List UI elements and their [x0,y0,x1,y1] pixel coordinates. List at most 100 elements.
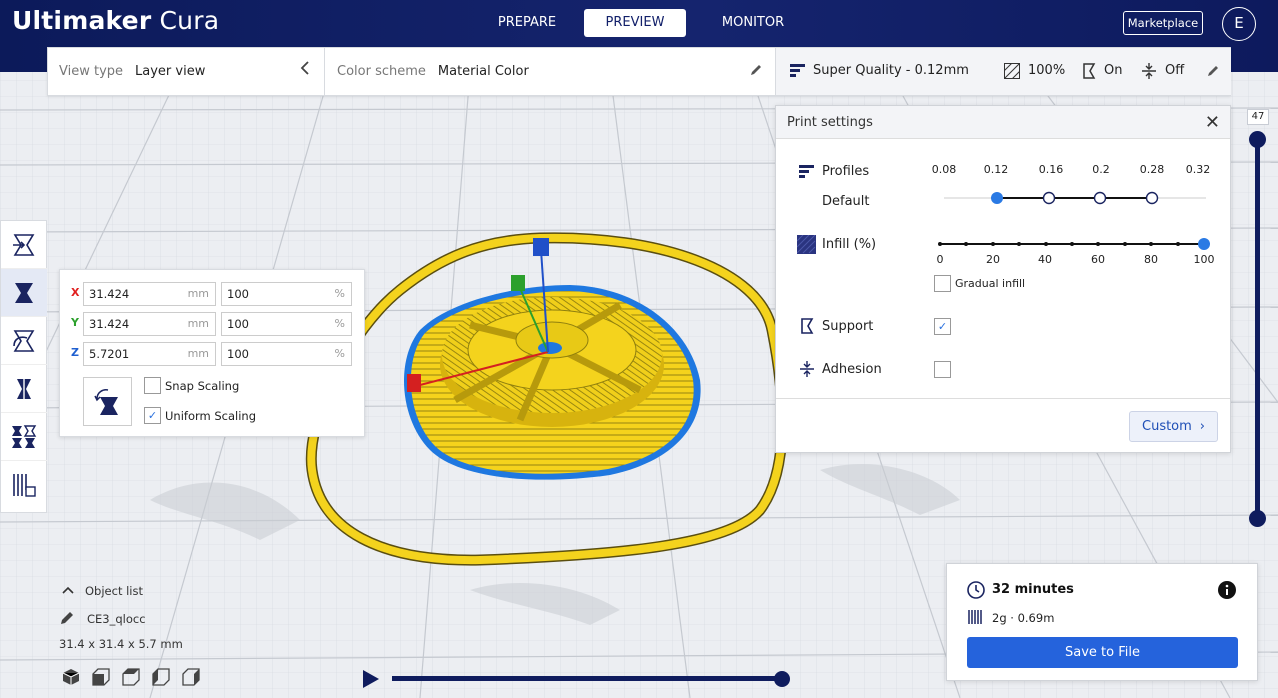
play-icon[interactable] [363,670,379,688]
tab-prepare[interactable]: PREPARE [470,9,584,37]
layer-slider-lower-handle[interactable] [1249,510,1266,527]
axis-y-label: Y [71,316,79,329]
profile-tick-label: 0.12 [983,163,1009,176]
support-summary-value: On [1104,63,1123,78]
print-setup-summary[interactable]: Super Quality - 0.12mm 100% On Off [776,48,1231,95]
gradual-infill-option[interactable]: Gradual infill [934,275,1025,292]
material-usage: 2g · 0.69m [992,611,1055,625]
y-mm-input[interactable]: 31.424 mm [83,312,216,336]
view-front-icon[interactable] [92,668,110,686]
support-icon [1081,63,1097,83]
chevron-right-icon: › [1199,419,1205,434]
infill-tick-label: 80 [1144,253,1158,266]
infill-pattern-icon [796,234,816,258]
profile-slider[interactable] [936,188,1216,208]
y-percent-input[interactable]: 100% [221,312,352,336]
pencil-icon[interactable] [1207,65,1219,81]
uniform-scaling-label: Uniform Scaling [165,408,257,423]
print-settings-panel: Print settings ✕ Profiles Default 0.08 0… [775,105,1231,453]
per-model-settings-button[interactable] [1,413,47,461]
tab-monitor[interactable]: MONITOR [696,9,810,37]
infill-tick-label: 40 [1038,253,1052,266]
profiles-label: Profiles [822,164,870,179]
layer-path-slider-track[interactable] [392,676,784,681]
close-icon[interactable]: ✕ [1205,106,1220,139]
layer-path-slider-handle[interactable] [774,671,790,687]
chevron-left-icon[interactable] [300,61,310,79]
infill-handle[interactable] [1198,238,1210,250]
clock-icon [967,581,985,603]
rotate-icon [13,329,35,352]
axis-z-label: Z [71,346,79,359]
object-name[interactable]: CE3_qlocc [87,612,146,626]
view-type-selector[interactable]: View type Layer view [59,48,324,95]
axis-x-label: X [71,286,80,299]
quality-profile-value: Super Quality - 0.12mm [813,63,969,78]
infill-slider[interactable] [934,236,1214,252]
info-icon[interactable] [1218,581,1236,603]
stage-tabs: PREPARE PREVIEW MONITOR [470,9,810,37]
scale-panel: X 31.424 mm 100% Y 31.424 mm 100% Z 5.7201… [59,269,365,437]
profile-tick-label: 0.16 [1038,163,1064,176]
divider [324,48,325,95]
marketplace-button[interactable]: Marketplace [1123,11,1203,35]
snap-scaling-label: Snap Scaling [165,378,240,393]
profile-bars-icon [790,63,806,83]
z-mm-input[interactable]: 5.7201 mm [83,342,216,366]
account-avatar[interactable]: E [1222,7,1256,41]
move-tool-button[interactable] [1,221,47,269]
view-3d-icon[interactable] [62,668,80,686]
divider [776,398,1230,399]
snap-scaling-option[interactable]: Snap Scaling [144,377,239,394]
support-checkbox[interactable]: ✓ [934,318,951,335]
save-to-file-button[interactable]: Save to File [967,637,1238,668]
profile-bars-icon [799,164,815,184]
x-percent-input[interactable]: 100% [221,282,352,306]
reset-scale-icon [93,388,118,415]
infill-tick-label: 100 [1193,253,1215,266]
view-right-icon[interactable] [182,668,200,686]
object-list-toggle[interactable]: Object list [85,584,143,598]
app-logo: Ultimaker Cura [12,6,220,35]
profile-tick-label: 0.2 [1092,163,1110,176]
scale-tool-button[interactable] [1,269,47,317]
view-type-value: Layer view [135,64,206,79]
view-left-icon[interactable] [152,668,170,686]
print-estimate-panel: 32 minutes 2g · 0.69m Save to File [946,563,1258,681]
adhesion-label: Adhesion [822,362,882,377]
adhesion-checkbox[interactable] [934,361,951,378]
support-label: Support [822,319,874,334]
mirror-tool-button[interactable] [1,365,47,413]
rotate-tool-button[interactable] [1,317,47,365]
z-percent-input[interactable]: 100% [221,342,352,366]
color-scheme-label: Color scheme [337,64,426,79]
profile-handle[interactable] [991,192,1003,204]
uniform-scaling-checkbox[interactable]: ✓ [144,407,161,424]
view-header-bar: View type Layer view Color scheme Materi… [47,47,1231,96]
gradual-infill-checkbox[interactable] [934,275,951,292]
gradual-infill-label: Gradual infill [955,277,1026,290]
layer-number-input[interactable]: 47 [1247,109,1269,125]
view-top-icon[interactable] [122,668,140,686]
pencil-icon[interactable] [750,64,762,80]
profile-tick-label: 0.28 [1139,163,1165,176]
layer-slider-track[interactable] [1255,140,1260,518]
adhesion-icon [800,361,814,381]
tab-preview[interactable]: PREVIEW [584,9,686,37]
custom-settings-button[interactable]: Custom › [1129,411,1218,442]
chevron-up-icon[interactable] [62,584,74,599]
support-blocker-button[interactable] [1,461,47,509]
infill-tick-label: 0 [936,253,944,266]
profile-tick-label: 0.08 [931,163,957,176]
profile-default-label: Default [822,194,870,209]
snap-scaling-checkbox[interactable] [144,377,161,394]
layer-slider-upper-handle[interactable] [1249,131,1266,148]
infill-icon [1003,62,1021,83]
pencil-icon[interactable] [60,611,74,629]
print-settings-title: Print settings [787,115,873,130]
color-scheme-selector[interactable]: Color scheme Material Color [337,48,767,95]
uniform-scaling-option[interactable]: ✓ Uniform Scaling [144,407,256,424]
x-mm-input[interactable]: 31.424 mm [83,282,216,306]
lay-flat-button[interactable] [83,377,132,426]
print-time: 32 minutes [992,582,1074,597]
